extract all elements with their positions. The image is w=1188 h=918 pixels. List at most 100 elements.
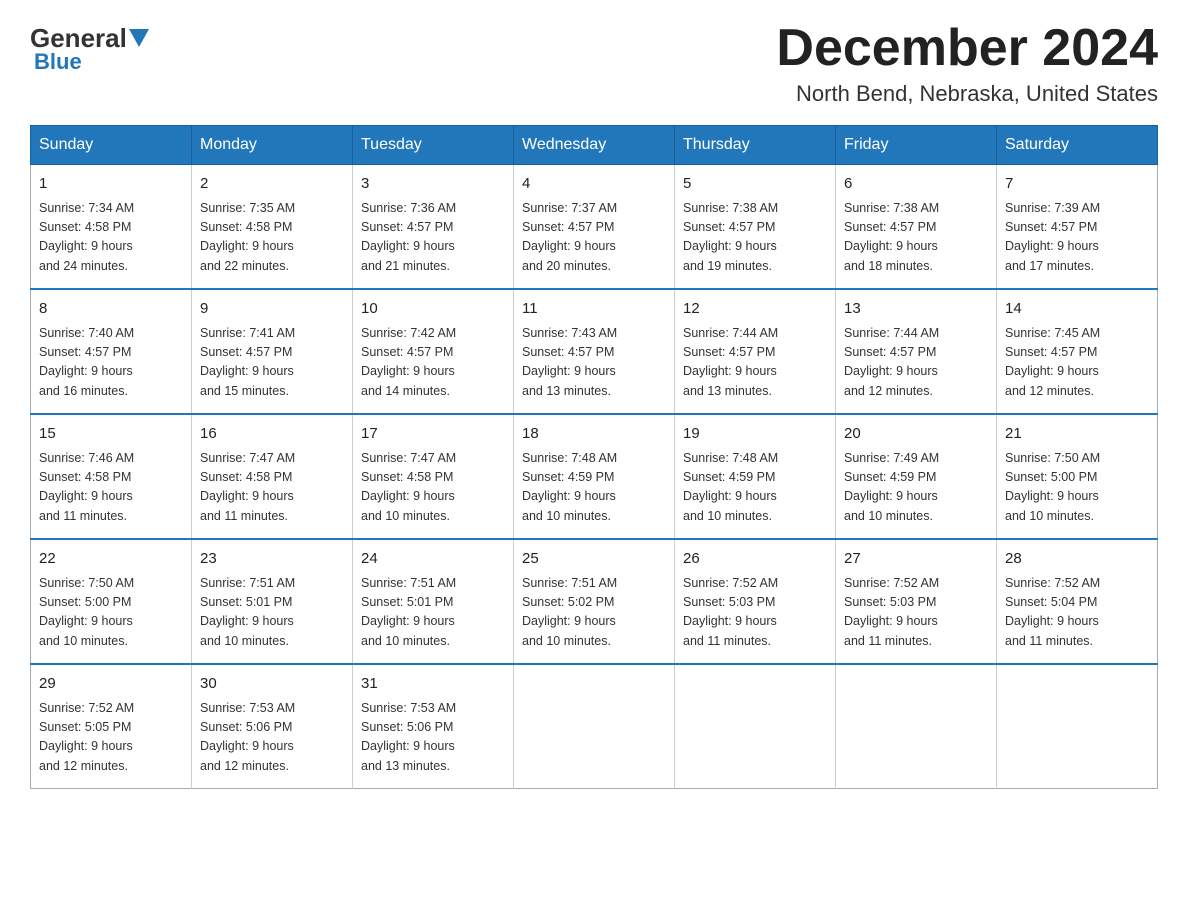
day-number: 18 <box>522 423 666 446</box>
day-number: 27 <box>844 548 988 571</box>
calendar-week-row: 29 Sunrise: 7:52 AM Sunset: 5:05 PM Dayl… <box>31 664 1158 789</box>
day-info: Sunrise: 7:52 AM Sunset: 5:03 PM Dayligh… <box>844 574 988 652</box>
header-tuesday: Tuesday <box>353 126 514 165</box>
title-section: December 2024 North Bend, Nebraska, Unit… <box>776 20 1158 107</box>
calendar-week-row: 1 Sunrise: 7:34 AM Sunset: 4:58 PM Dayli… <box>31 165 1158 290</box>
day-number: 1 <box>39 173 183 196</box>
location-title: North Bend, Nebraska, United States <box>776 81 1158 107</box>
day-number: 26 <box>683 548 827 571</box>
calendar-week-row: 8 Sunrise: 7:40 AM Sunset: 4:57 PM Dayli… <box>31 289 1158 414</box>
calendar-day-cell: 4 Sunrise: 7:37 AM Sunset: 4:57 PM Dayli… <box>514 165 675 290</box>
calendar-day-cell: 12 Sunrise: 7:44 AM Sunset: 4:57 PM Dayl… <box>675 289 836 414</box>
calendar-day-cell: 20 Sunrise: 7:49 AM Sunset: 4:59 PM Dayl… <box>836 414 997 539</box>
calendar-day-cell: 24 Sunrise: 7:51 AM Sunset: 5:01 PM Dayl… <box>353 539 514 664</box>
day-number: 24 <box>361 548 505 571</box>
calendar-day-cell: 5 Sunrise: 7:38 AM Sunset: 4:57 PM Dayli… <box>675 165 836 290</box>
day-info: Sunrise: 7:51 AM Sunset: 5:02 PM Dayligh… <box>522 574 666 652</box>
day-number: 17 <box>361 423 505 446</box>
day-info: Sunrise: 7:34 AM Sunset: 4:58 PM Dayligh… <box>39 199 183 277</box>
day-info: Sunrise: 7:46 AM Sunset: 4:58 PM Dayligh… <box>39 449 183 527</box>
day-info: Sunrise: 7:53 AM Sunset: 5:06 PM Dayligh… <box>200 699 344 777</box>
header-wednesday: Wednesday <box>514 126 675 165</box>
header-friday: Friday <box>836 126 997 165</box>
logo-general-text: General <box>30 25 127 51</box>
day-info: Sunrise: 7:41 AM Sunset: 4:57 PM Dayligh… <box>200 324 344 402</box>
day-number: 20 <box>844 423 988 446</box>
day-info: Sunrise: 7:45 AM Sunset: 4:57 PM Dayligh… <box>1005 324 1149 402</box>
calendar-day-cell: 17 Sunrise: 7:47 AM Sunset: 4:58 PM Dayl… <box>353 414 514 539</box>
calendar-day-cell: 31 Sunrise: 7:53 AM Sunset: 5:06 PM Dayl… <box>353 664 514 789</box>
calendar-day-cell: 28 Sunrise: 7:52 AM Sunset: 5:04 PM Dayl… <box>997 539 1158 664</box>
day-info: Sunrise: 7:44 AM Sunset: 4:57 PM Dayligh… <box>683 324 827 402</box>
logo-blue-text: Blue <box>30 49 82 75</box>
empty-cell <box>997 664 1158 789</box>
day-number: 9 <box>200 298 344 321</box>
day-number: 13 <box>844 298 988 321</box>
day-number: 4 <box>522 173 666 196</box>
day-info: Sunrise: 7:50 AM Sunset: 5:00 PM Dayligh… <box>39 574 183 652</box>
day-number: 28 <box>1005 548 1149 571</box>
day-number: 30 <box>200 673 344 696</box>
day-info: Sunrise: 7:48 AM Sunset: 4:59 PM Dayligh… <box>522 449 666 527</box>
day-number: 16 <box>200 423 344 446</box>
day-info: Sunrise: 7:53 AM Sunset: 5:06 PM Dayligh… <box>361 699 505 777</box>
calendar-day-cell: 15 Sunrise: 7:46 AM Sunset: 4:58 PM Dayl… <box>31 414 192 539</box>
day-number: 2 <box>200 173 344 196</box>
calendar-day-cell: 11 Sunrise: 7:43 AM Sunset: 4:57 PM Dayl… <box>514 289 675 414</box>
calendar-day-cell: 18 Sunrise: 7:48 AM Sunset: 4:59 PM Dayl… <box>514 414 675 539</box>
day-number: 21 <box>1005 423 1149 446</box>
day-info: Sunrise: 7:47 AM Sunset: 4:58 PM Dayligh… <box>361 449 505 527</box>
day-number: 8 <box>39 298 183 321</box>
logo: General Blue <box>30 25 151 75</box>
page-header: General Blue December 2024 North Bend, N… <box>30 20 1158 107</box>
day-info: Sunrise: 7:50 AM Sunset: 5:00 PM Dayligh… <box>1005 449 1149 527</box>
day-info: Sunrise: 7:52 AM Sunset: 5:05 PM Dayligh… <box>39 699 183 777</box>
day-number: 3 <box>361 173 505 196</box>
calendar-day-cell: 13 Sunrise: 7:44 AM Sunset: 4:57 PM Dayl… <box>836 289 997 414</box>
day-number: 7 <box>1005 173 1149 196</box>
calendar-day-cell: 10 Sunrise: 7:42 AM Sunset: 4:57 PM Dayl… <box>353 289 514 414</box>
calendar-day-cell: 3 Sunrise: 7:36 AM Sunset: 4:57 PM Dayli… <box>353 165 514 290</box>
empty-cell <box>675 664 836 789</box>
logo-triangle-icon <box>129 29 149 47</box>
calendar-day-cell: 14 Sunrise: 7:45 AM Sunset: 4:57 PM Dayl… <box>997 289 1158 414</box>
calendar-day-cell: 30 Sunrise: 7:53 AM Sunset: 5:06 PM Dayl… <box>192 664 353 789</box>
day-info: Sunrise: 7:48 AM Sunset: 4:59 PM Dayligh… <box>683 449 827 527</box>
day-number: 22 <box>39 548 183 571</box>
day-info: Sunrise: 7:52 AM Sunset: 5:04 PM Dayligh… <box>1005 574 1149 652</box>
month-title: December 2024 <box>776 20 1158 77</box>
day-number: 29 <box>39 673 183 696</box>
calendar-week-row: 15 Sunrise: 7:46 AM Sunset: 4:58 PM Dayl… <box>31 414 1158 539</box>
day-number: 6 <box>844 173 988 196</box>
day-info: Sunrise: 7:52 AM Sunset: 5:03 PM Dayligh… <box>683 574 827 652</box>
day-number: 11 <box>522 298 666 321</box>
calendar-day-cell: 6 Sunrise: 7:38 AM Sunset: 4:57 PM Dayli… <box>836 165 997 290</box>
calendar-day-cell: 9 Sunrise: 7:41 AM Sunset: 4:57 PM Dayli… <box>192 289 353 414</box>
day-number: 15 <box>39 423 183 446</box>
empty-cell <box>836 664 997 789</box>
calendar-day-cell: 26 Sunrise: 7:52 AM Sunset: 5:03 PM Dayl… <box>675 539 836 664</box>
calendar-day-cell: 29 Sunrise: 7:52 AM Sunset: 5:05 PM Dayl… <box>31 664 192 789</box>
day-number: 25 <box>522 548 666 571</box>
calendar-day-cell: 8 Sunrise: 7:40 AM Sunset: 4:57 PM Dayli… <box>31 289 192 414</box>
header-saturday: Saturday <box>997 126 1158 165</box>
day-info: Sunrise: 7:42 AM Sunset: 4:57 PM Dayligh… <box>361 324 505 402</box>
calendar-table: SundayMondayTuesdayWednesdayThursdayFrid… <box>30 125 1158 789</box>
calendar-day-cell: 2 Sunrise: 7:35 AM Sunset: 4:58 PM Dayli… <box>192 165 353 290</box>
day-info: Sunrise: 7:43 AM Sunset: 4:57 PM Dayligh… <box>522 324 666 402</box>
header-thursday: Thursday <box>675 126 836 165</box>
empty-cell <box>514 664 675 789</box>
calendar-day-cell: 21 Sunrise: 7:50 AM Sunset: 5:00 PM Dayl… <box>997 414 1158 539</box>
day-number: 12 <box>683 298 827 321</box>
day-number: 19 <box>683 423 827 446</box>
day-info: Sunrise: 7:38 AM Sunset: 4:57 PM Dayligh… <box>844 199 988 277</box>
day-info: Sunrise: 7:38 AM Sunset: 4:57 PM Dayligh… <box>683 199 827 277</box>
day-number: 23 <box>200 548 344 571</box>
calendar-day-cell: 7 Sunrise: 7:39 AM Sunset: 4:57 PM Dayli… <box>997 165 1158 290</box>
day-info: Sunrise: 7:35 AM Sunset: 4:58 PM Dayligh… <box>200 199 344 277</box>
day-number: 31 <box>361 673 505 696</box>
calendar-week-row: 22 Sunrise: 7:50 AM Sunset: 5:00 PM Dayl… <box>31 539 1158 664</box>
calendar-day-cell: 22 Sunrise: 7:50 AM Sunset: 5:00 PM Dayl… <box>31 539 192 664</box>
day-info: Sunrise: 7:37 AM Sunset: 4:57 PM Dayligh… <box>522 199 666 277</box>
header-sunday: Sunday <box>31 126 192 165</box>
